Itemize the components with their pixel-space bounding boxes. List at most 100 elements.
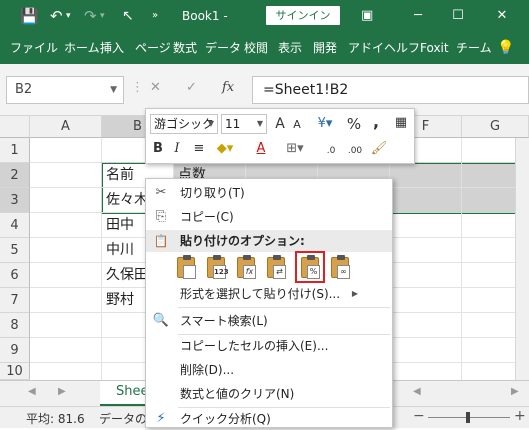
undo-icon[interactable]: ↶ <box>50 0 63 32</box>
mini-toolbar: 游ゴシック ▼ 11 ▼ A A ¥▾ % , ▦ B I ≡ ◆▾ A ⊞▾ … <box>145 108 415 164</box>
paste-formulas-icon[interactable]: fx <box>234 254 260 282</box>
minimize-button[interactable]: ─ <box>398 0 438 32</box>
paste-transpose-icon[interactable]: ⇄ <box>264 254 290 282</box>
grow-font-icon[interactable]: A <box>272 114 288 134</box>
tab-developer[interactable]: 開発 <box>313 32 337 64</box>
paste-icon[interactable] <box>174 254 200 282</box>
font-size-value: 11 <box>225 117 241 131</box>
prev-sheet-icon[interactable]: ◀ <box>28 386 36 397</box>
decrease-decimal-icon[interactable]: .00 <box>344 141 366 161</box>
tab-insert[interactable]: 挿入 <box>100 32 124 64</box>
format-painter-icon[interactable]: 🖌 <box>370 139 388 159</box>
row-header-2[interactable]: 2 <box>0 163 30 188</box>
tab-page[interactable]: ページ <box>135 32 171 64</box>
maximize-button[interactable]: ☐ <box>438 0 478 32</box>
pointer-icon[interactable]: ↖ <box>122 0 134 32</box>
scroll-right-icon[interactable]: ▶ <box>511 386 519 397</box>
tab-foxit[interactable]: Foxit <box>420 32 449 64</box>
chevron-down-icon: ▼ <box>256 119 263 128</box>
paste-formatting-icon[interactable]: % <box>295 251 325 283</box>
tab-file[interactable]: ファイル <box>10 32 58 64</box>
tab-help[interactable]: ヘルフ <box>384 32 420 64</box>
zoom-slider-thumb[interactable] <box>466 412 470 423</box>
font-name-value: 游ゴシック <box>154 117 215 131</box>
row-header-10[interactable]: 10 <box>0 363 30 380</box>
row-header-5[interactable]: 5 <box>0 238 30 263</box>
close-button[interactable]: ✕ <box>482 0 522 32</box>
menu-item-quick-analysis[interactable]: ⚡ クイック分析(Q) <box>146 408 392 430</box>
increase-decimal-icon[interactable]: .0 <box>320 141 342 161</box>
bold-icon[interactable]: B <box>150 139 166 159</box>
name-box[interactable]: B2 ▼ <box>6 76 124 104</box>
redo-icon[interactable]: ↷ <box>84 0 97 32</box>
smart-lookup-icon: 🔍 <box>152 313 170 328</box>
scroll-left-icon[interactable]: ◀ <box>413 386 421 397</box>
tab-addins[interactable]: アドイ <box>348 32 384 64</box>
scissors-icon: ✂ <box>155 185 167 200</box>
zoom-in-icon[interactable]: + <box>514 408 526 424</box>
clipboard-icon: 📋 <box>153 234 169 248</box>
borders-icon[interactable]: ⊞▾ <box>284 139 306 159</box>
chevron-down-icon[interactable]: ▼ <box>110 77 117 103</box>
tab-data[interactable]: データ <box>205 32 241 64</box>
select-all-corner[interactable] <box>0 116 30 138</box>
font-name-select[interactable]: 游ゴシック ▼ <box>150 114 218 134</box>
chevron-right-icon: ▶ <box>351 289 358 298</box>
undo-dropdown-icon[interactable]: ▾ <box>66 0 71 32</box>
tab-formulas[interactable]: 数式 <box>173 32 197 64</box>
cancel-icon[interactable]: ✕ <box>150 80 161 95</box>
vertical-scrollbar[interactable] <box>515 138 529 380</box>
zoom-out-icon[interactable]: − <box>413 408 425 424</box>
row-header-7[interactable]: 7 <box>0 288 30 313</box>
row-header-4[interactable]: 4 <box>0 213 30 238</box>
row-header-3[interactable]: 3 <box>0 188 30 213</box>
paste-options-header: 📋 貼り付けのオプション: <box>146 230 392 252</box>
italic-icon[interactable]: I <box>170 139 184 159</box>
redo-dropdown-icon[interactable]: ▾ <box>100 0 105 32</box>
font-color-icon[interactable]: A <box>250 139 272 159</box>
title-bar: 💾 ↶ ▾ ↷ ▾ ↖ » Book1 - サインイン ▣ ─ ☐ ✕ <box>0 0 529 32</box>
paste-values-icon[interactable]: 123 <box>204 254 230 282</box>
quick-analysis-icon: ⚡ <box>156 411 166 426</box>
lightbulb-icon[interactable]: 💡 <box>497 32 514 64</box>
menu-item-insert-copied[interactable]: コピーしたセルの挿入(E)... <box>146 335 392 357</box>
row-header-8[interactable]: 8 <box>0 313 30 338</box>
save-icon[interactable]: 💾 <box>20 0 39 32</box>
menu-item-smart-lookup[interactable]: 🔍 スマート検索(L) <box>146 310 392 332</box>
paste-link-icon[interactable]: ∞ <box>328 254 354 282</box>
menu-item-clear[interactable]: 数式と値のクリア(N) <box>146 383 392 405</box>
signin-button[interactable]: サインイン <box>266 6 340 25</box>
align-center-icon[interactable]: ≡ <box>190 139 208 159</box>
tab-view[interactable]: 表示 <box>278 32 302 64</box>
insert-function-icon[interactable]: fx <box>222 80 234 95</box>
comma-style-icon[interactable]: , <box>370 112 382 132</box>
row-header-6[interactable]: 6 <box>0 263 30 288</box>
enter-icon[interactable]: ✓ <box>186 80 197 95</box>
next-sheet-icon[interactable]: ▶ <box>58 386 66 397</box>
tab-review[interactable]: 校閲 <box>244 32 268 64</box>
more-commands-icon[interactable]: » <box>152 0 158 32</box>
chevron-down-icon: ▼ <box>207 119 214 128</box>
format-painter-grid-icon[interactable]: ▦ <box>391 113 411 133</box>
menu-item-paste-special[interactable]: 形式を選択して貼り付け(S)... ▶ <box>146 283 392 305</box>
fill-color-icon[interactable]: ◆▾ <box>214 139 236 159</box>
row-header-1[interactable]: 1 <box>0 138 30 163</box>
tab-team[interactable]: チーム <box>456 32 492 64</box>
menu-item-delete[interactable]: 削除(D)... <box>146 359 392 381</box>
column-header-g[interactable]: G <box>462 116 529 138</box>
menu-separator <box>178 307 390 308</box>
percent-style-icon[interactable]: % <box>345 114 363 134</box>
menu-item-cut[interactable]: ✂ 切り取り(T) <box>146 182 392 204</box>
currency-format-icon[interactable]: ¥▾ <box>314 114 336 134</box>
tab-home[interactable]: ホーム <box>64 32 100 64</box>
paste-options-row: 123 fx ⇄ % ∞ <box>172 251 362 284</box>
ribbon-display-icon[interactable]: ▣ <box>361 0 373 32</box>
column-header-a[interactable]: A <box>30 116 102 138</box>
formula-bar[interactable]: =Sheet1!B2 <box>252 76 529 104</box>
name-box-value: B2 <box>15 82 33 97</box>
row-header-9[interactable]: 9 <box>0 338 30 363</box>
sheet-tab[interactable]: Shee <box>100 381 149 406</box>
shrink-font-icon[interactable]: A <box>290 115 304 135</box>
menu-item-copy[interactable]: ⎘ コピー(C) <box>146 206 392 228</box>
font-size-select[interactable]: 11 ▼ <box>221 114 267 134</box>
